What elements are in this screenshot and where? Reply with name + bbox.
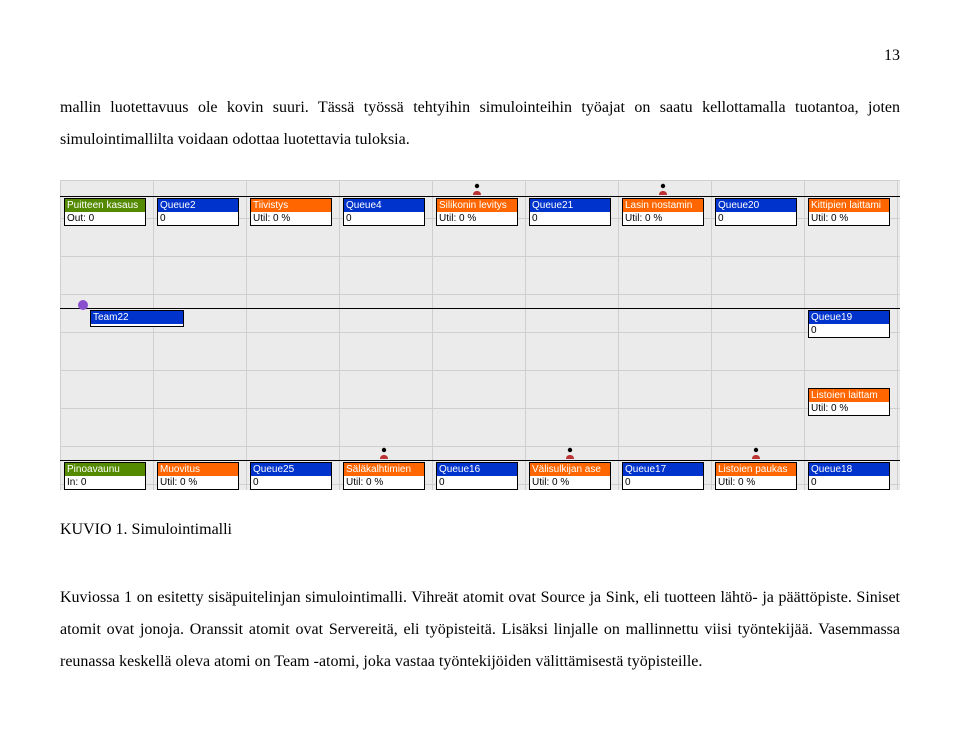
worker-icon xyxy=(749,446,763,460)
paragraph-intro: mallin luotettavuus ole kovin suuri. Täs… xyxy=(60,92,900,156)
page-number: 13 xyxy=(60,40,900,72)
atom-label: Queue4 xyxy=(344,199,424,212)
atom-stat: 0 xyxy=(716,212,796,225)
atom-label: Team22 xyxy=(91,311,183,324)
atom-queue21: Queue21 0 xyxy=(529,198,611,226)
atom-server-tiivistys: Tiivistys Util: 0 % xyxy=(250,198,332,226)
paragraph-body: Kuviossa 1 on esitetty sisäpuitelinjan s… xyxy=(60,582,900,678)
atom-server-muovitus: Muovitus Util: 0 % xyxy=(157,462,239,490)
atom-label: Silikonin levitys xyxy=(437,199,517,212)
atom-queue19: Queue19 0 xyxy=(808,310,890,338)
atom-team22: Team22 xyxy=(90,310,184,327)
atom-stat xyxy=(91,324,183,326)
atom-queue20: Queue20 0 xyxy=(715,198,797,226)
atom-queue18: Queue18 0 xyxy=(808,462,890,490)
atom-label: Muovitus xyxy=(158,463,238,476)
atom-stat: Util: 0 % xyxy=(809,402,889,415)
atom-label: Välisulkijan ase xyxy=(530,463,610,476)
atom-queue17: Queue17 0 xyxy=(622,462,704,490)
atom-stat: Util: 0 % xyxy=(437,212,517,225)
atom-stat: 0 xyxy=(158,212,238,225)
atom-server-valisulkijan: Välisulkijan ase Util: 0 % xyxy=(529,462,611,490)
atom-label: Queue19 xyxy=(809,311,889,324)
atom-stat: 0 xyxy=(809,476,889,489)
atom-label: Queue21 xyxy=(530,199,610,212)
atom-label: Kittipien laittami xyxy=(809,199,889,212)
atom-label: Queue16 xyxy=(437,463,517,476)
atom-stat: Util: 0 % xyxy=(623,212,703,225)
worker-icon xyxy=(377,446,391,460)
atom-server-listoien-paukas: Listoien paukas Util: 0 % xyxy=(715,462,797,490)
atom-stat: Util: 0 % xyxy=(158,476,238,489)
atom-stat: In: 0 xyxy=(65,476,145,489)
worker-icon xyxy=(470,182,484,196)
atom-queue16: Queue16 0 xyxy=(436,462,518,490)
atom-label: Lasin nostamin xyxy=(623,199,703,212)
team-dot-icon xyxy=(78,300,88,310)
atom-stat: Util: 0 % xyxy=(344,476,424,489)
atom-stat: Util: 0 % xyxy=(251,212,331,225)
atom-stat: Util: 0 % xyxy=(809,212,889,225)
atom-label: Listoien paukas xyxy=(716,463,796,476)
atom-label: Pinoavaunu xyxy=(65,463,145,476)
atom-queue2: Queue2 0 xyxy=(157,198,239,226)
figure-caption: KUVIO 1. Simulointimalli xyxy=(60,514,900,546)
atom-stat: Util: 0 % xyxy=(530,476,610,489)
atom-label: Tiivistys xyxy=(251,199,331,212)
atom-label: Queue25 xyxy=(251,463,331,476)
atom-stat: Out: 0 xyxy=(65,212,145,225)
atom-stat: 0 xyxy=(437,476,517,489)
atom-label: Queue17 xyxy=(623,463,703,476)
atom-queue4: Queue4 0 xyxy=(343,198,425,226)
atom-stat: 0 xyxy=(344,212,424,225)
atom-server-kittipien: Kittipien laittami Util: 0 % xyxy=(808,198,890,226)
atom-stat: 0 xyxy=(623,476,703,489)
atom-label: Queue18 xyxy=(809,463,889,476)
worker-icon xyxy=(656,182,670,196)
atom-server-listoien-laittam: Listoien laittam Util: 0 % xyxy=(808,388,890,416)
atom-server-lasin-nostamin: Lasin nostamin Util: 0 % xyxy=(622,198,704,226)
atom-label: Säläkalhtimien xyxy=(344,463,424,476)
worker-icon xyxy=(563,446,577,460)
atom-stat: 0 xyxy=(809,324,889,337)
atom-stat: 0 xyxy=(251,476,331,489)
atom-queue25: Queue25 0 xyxy=(250,462,332,490)
atom-server-salakalhtimien: Säläkalhtimien Util: 0 % xyxy=(343,462,425,490)
atom-stat: Util: 0 % xyxy=(716,476,796,489)
atom-sink-pinoavaunu: Pinoavaunu In: 0 xyxy=(64,462,146,490)
atom-stat: 0 xyxy=(530,212,610,225)
atom-label: Puitteen kasaus xyxy=(65,199,145,212)
atom-label: Queue20 xyxy=(716,199,796,212)
atom-label: Queue2 xyxy=(158,199,238,212)
simulation-diagram: Puitteen kasaus Out: 0 Queue2 0 Tiivisty… xyxy=(60,180,900,490)
atom-label: Listoien laittam xyxy=(809,389,889,402)
atom-source-puitteen-kasaus: Puitteen kasaus Out: 0 xyxy=(64,198,146,226)
atom-server-silikonin-levitys: Silikonin levitys Util: 0 % xyxy=(436,198,518,226)
